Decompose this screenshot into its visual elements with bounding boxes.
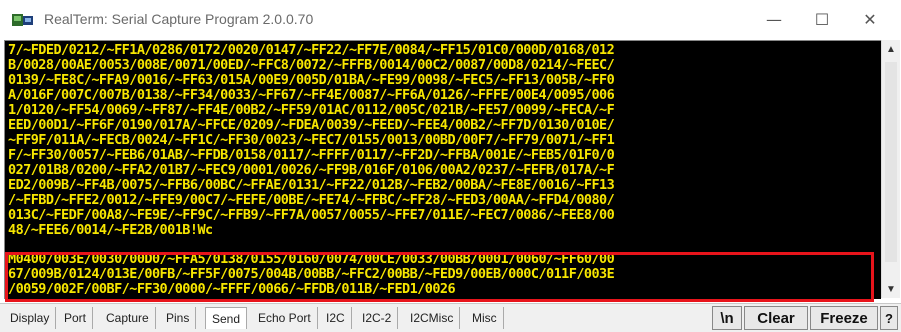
highlight-annotation-box: [5, 252, 874, 302]
terminal-line: B/0028/00AE/0053/008E/0071/00ED/~FFC8/00…: [8, 57, 615, 73]
title-bar: RealTerm: Serial Capture Program 2.0.0.7…: [0, 0, 901, 40]
scrollbar-thumb[interactable]: [885, 62, 897, 262]
terminal-line: 013C/~FEDF/00A8/~FE9E/~FF9C/~FFB9/~FF7A/…: [8, 207, 615, 223]
help-button[interactable]: ?: [880, 306, 898, 330]
close-button[interactable]: ✕: [848, 4, 892, 34]
tab-port[interactable]: Port: [58, 307, 94, 329]
tab-pins[interactable]: Pins: [160, 307, 197, 329]
clear-button[interactable]: Clear: [744, 306, 808, 330]
tab-i2cmisc[interactable]: I2CMisc: [404, 307, 461, 329]
tab-bar: Display Port Capture Pins Send Echo Port…: [0, 303, 901, 332]
tab-i2c[interactable]: I2C: [320, 307, 352, 329]
terminal-line: 48/~FEE6/0014/~FE2B/001B!Wc: [8, 222, 213, 238]
tab-send[interactable]: Send: [205, 307, 248, 329]
newline-button[interactable]: \n: [712, 306, 742, 330]
tab-misc[interactable]: Misc: [466, 307, 504, 329]
terminal-line: F/~FF30/0057/~FEB6/01AB/~FFDB/0158/0117/…: [8, 147, 615, 163]
terminal-line: 027/01B8/0200/~FFA2/01B7/~FEC9/0001/0026…: [8, 162, 615, 178]
terminal-line: ~FF9F/011A/~FECB/0024/~FF1C/~FF30/0023/~…: [8, 132, 615, 148]
vertical-scrollbar[interactable]: ▲ ▼: [881, 40, 900, 298]
minimize-button[interactable]: —: [752, 4, 796, 34]
tab-display[interactable]: Display: [4, 307, 57, 329]
terminal-line: /~FFBD/~FFE2/0012/~FFE9/00C7/~FEFE/00BE/…: [8, 192, 615, 208]
tab-echo-port[interactable]: Echo Port: [252, 307, 318, 329]
minimize-icon: —: [766, 9, 782, 29]
close-icon: ✕: [863, 9, 877, 29]
terminal-line: A/016F/007C/007B/0138/~FF34/0033/~FF67/~…: [8, 87, 615, 103]
terminal-line: 7/~FDED/0212/~FF1A/0286/0172/0020/0147/~…: [8, 42, 615, 58]
scroll-up-arrow-icon[interactable]: ▲: [882, 40, 900, 58]
window-title: RealTerm: Serial Capture Program 2.0.0.7…: [44, 11, 314, 27]
freeze-button[interactable]: Freeze: [810, 306, 878, 330]
maximize-icon: ☐: [814, 9, 830, 29]
tab-i2c-2[interactable]: I2C-2: [356, 307, 399, 329]
scroll-down-arrow-icon[interactable]: ▼: [882, 280, 900, 298]
realterm-app-icon: [12, 14, 33, 26]
maximize-button[interactable]: ☐: [800, 4, 844, 34]
terminal-line: 0139/~FE8C/~FFA9/0016/~FF63/015A/00E9/00…: [8, 72, 615, 88]
terminal-line: 1/0120/~FF54/0069/~FF87/~FF4E/00B2/~FF59…: [8, 102, 615, 118]
tab-capture[interactable]: Capture: [100, 307, 156, 329]
terminal-line: EED/00D1/~FF6F/0190/017A/~FFCE/0209/~FDE…: [8, 117, 615, 133]
terminal-line: ED2/009B/~FF4B/0075/~FFB6/00BC/~FFAE/013…: [8, 177, 615, 193]
